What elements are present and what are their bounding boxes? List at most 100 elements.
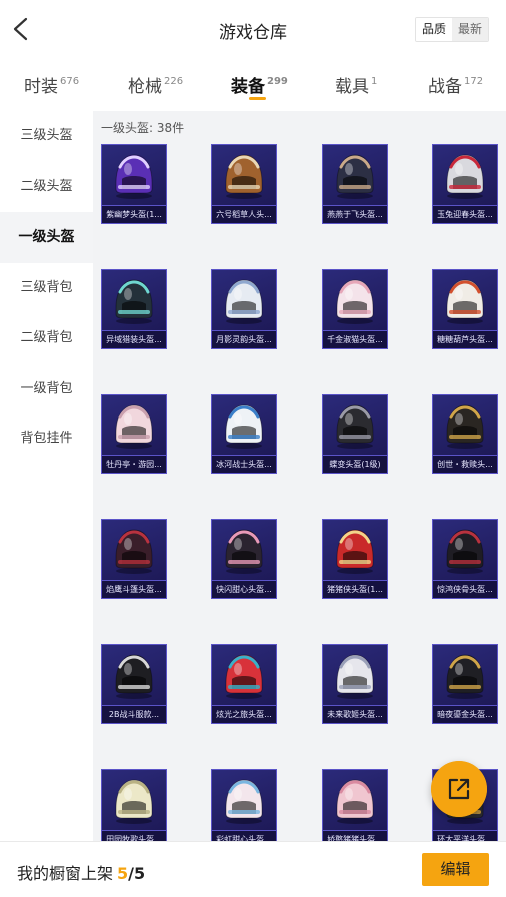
helmet-image [115,154,153,199]
helmet-item-name: 蝶变头盔(1级) [323,455,387,473]
helmet-item-name: 惊鸿侠骨头盔... [433,580,497,598]
helmet-item-card[interactable]: 暗夜鎏金头盔... [432,644,498,724]
sidebar-item-backpack-charm[interactable]: 背包挂件 [0,414,93,465]
helmet-item-card[interactable]: 异域猎装头盔... [101,269,167,349]
helmet-item-card[interactable]: 猪猪侠头盔(1... [322,519,388,599]
edit-button[interactable]: 编辑 [422,853,489,886]
helmet-image [225,279,263,324]
showcase-max-count: 5 [134,864,146,883]
helmet-item-card[interactable]: 彩虹甜心头盔... [211,769,277,841]
helmet-image [225,404,263,449]
helmet-item-card[interactable]: 玉兔迎春头盔... [432,144,498,224]
helmet-item-card[interactable]: 燕燕于飞头盔... [322,144,388,224]
helmet-image [225,529,263,574]
category-tabs: 时装 676 枪械 226 装备 299 载具 1 战备 172 [0,62,506,110]
sidebar-item-level1-helmet[interactable]: 一级头盔 [0,212,93,263]
sidebar-item-level2-backpack[interactable]: 二级背包 [0,313,93,364]
share-floating-button[interactable] [431,761,487,817]
helmet-item-name: 田园牧歌头盔... [102,830,166,841]
helmet-image [446,279,484,324]
sort-by-quality-button[interactable]: 品质 [416,18,452,41]
helmet-item-name: 环太平洋头盔... [433,830,497,841]
helmet-item-card[interactable]: 月影灵韵头盔... [211,269,277,349]
helmet-item-name: 月影灵韵头盔... [212,330,276,348]
helmet-item-card[interactable]: 惊鸿侠骨头盔... [432,519,498,599]
helmet-image [115,779,153,824]
tab-label: 战备 [428,77,462,97]
helmet-item-name: 娇憨猪猪头盔... [323,830,387,841]
sidebar: 三级头盔 二级头盔 一级头盔 三级背包 二级背包 一级背包 背包挂件 [0,111,93,841]
sidebar-item-level3-backpack[interactable]: 三级背包 [0,263,93,314]
helmet-image [446,154,484,199]
helmet-image [225,779,263,824]
helmet-image [336,404,374,449]
tab-label: 时装 [24,77,58,97]
helmet-image [336,154,374,199]
helmet-item-name: 千金淑猫头盔... [323,330,387,348]
helmet-item-card[interactable]: 冰河战士头盔... [211,394,277,474]
helmet-item-card[interactable]: 创世・救赎头... [432,394,498,474]
helmet-image [225,654,263,699]
showcase-label: 我的橱窗上架 [17,864,114,883]
helmet-item-name: 异域猎装头盔... [102,330,166,348]
helmet-item-card[interactable]: 快闪甜心头盔... [211,519,277,599]
helmet-item-name: 快闪甜心头盔... [212,580,276,598]
tab-label: 装备 [231,77,265,97]
helmet-item-card[interactable]: 紫幽梦头盔(1... [101,144,167,224]
tab-outfits[interactable]: 时装 676 [24,72,79,97]
helmet-item-card[interactable]: 田园牧歌头盔... [101,769,167,841]
helmet-image [115,529,153,574]
showcase-current-count: 5 [117,864,129,883]
helmet-item-name: 六号稻草人头... [212,205,276,223]
helmet-item-name: 紫幽梦头盔(1... [102,205,166,223]
tab-vehicles[interactable]: 载具 1 [335,72,377,97]
tab-count: 299 [267,76,288,87]
section-count-label: 一级头盔: 38件 [101,121,185,135]
helmet-item-name: 彩虹甜心头盔... [212,830,276,841]
helmet-item-name: 暗夜鎏金头盔... [433,705,497,723]
helmet-item-name: 未来歌姬头盔... [323,705,387,723]
helmet-image [446,654,484,699]
helmet-item-card[interactable]: 焰鹰斗篷头盔... [101,519,167,599]
sort-toggle: 品质 最新 [415,17,489,42]
tab-supplies[interactable]: 战备 172 [428,72,483,97]
helmet-item-name: 2B战斗服款... [102,705,166,723]
helmet-item-card[interactable]: 六号稻草人头... [211,144,277,224]
helmet-item-card[interactable]: 炫光之旅头盔... [211,644,277,724]
sidebar-item-level2-helmet[interactable]: 二级头盔 [0,162,93,213]
sidebar-item-level1-backpack[interactable]: 一级背包 [0,364,93,415]
helmet-image [336,779,374,824]
tab-count: 172 [464,76,484,87]
helmet-item-card[interactable]: 2B战斗服款... [101,644,167,724]
tab-count: 226 [164,76,184,87]
helmet-item-card[interactable]: 蝶变头盔(1级) [322,394,388,474]
tab-count: 676 [60,76,80,87]
active-tab-indicator [249,97,266,100]
helmet-item-name: 糖糖葫芦头盔... [433,330,497,348]
sort-by-newest-button[interactable]: 最新 [452,18,488,41]
helmet-item-card[interactable]: 牡丹亭・游园... [101,394,167,474]
helmet-image [336,654,374,699]
helmet-item-card[interactable]: 娇憨猪猪头盔... [322,769,388,841]
helmet-item-name: 燕燕于飞头盔... [323,205,387,223]
helmet-item-card[interactable]: 糖糖葫芦头盔... [432,269,498,349]
tab-weapons[interactable]: 枪械 226 [128,72,183,97]
tab-label: 载具 [335,77,369,97]
tab-label: 枪械 [128,77,162,97]
helmet-item-name: 猪猪侠头盔(1... [323,580,387,598]
sidebar-item-level3-helmet[interactable]: 三级头盔 [0,111,93,162]
helmet-item-card[interactable]: 未来歌姬头盔... [322,644,388,724]
helmet-image [336,279,374,324]
helmet-image [225,154,263,199]
helmet-item-name: 炫光之旅头盔... [212,705,276,723]
helmet-item-name: 焰鹰斗篷头盔... [102,580,166,598]
helmet-image [115,279,153,324]
helmet-item-name: 冰河战士头盔... [212,455,276,473]
helmet-image [446,529,484,574]
helmet-item-name: 牡丹亭・游园... [102,455,166,473]
item-grid-area: 一级头盔: 38件 紫幽梦头盔(1... 六号稻草人头... 燕燕于飞头盔... 玉兔… [93,111,506,841]
tab-equipment[interactable]: 装备 299 [231,72,288,97]
helmet-image [336,529,374,574]
helmet-item-card[interactable]: 千金淑猫头盔... [322,269,388,349]
helmet-item-name: 创世・救赎头... [433,455,497,473]
